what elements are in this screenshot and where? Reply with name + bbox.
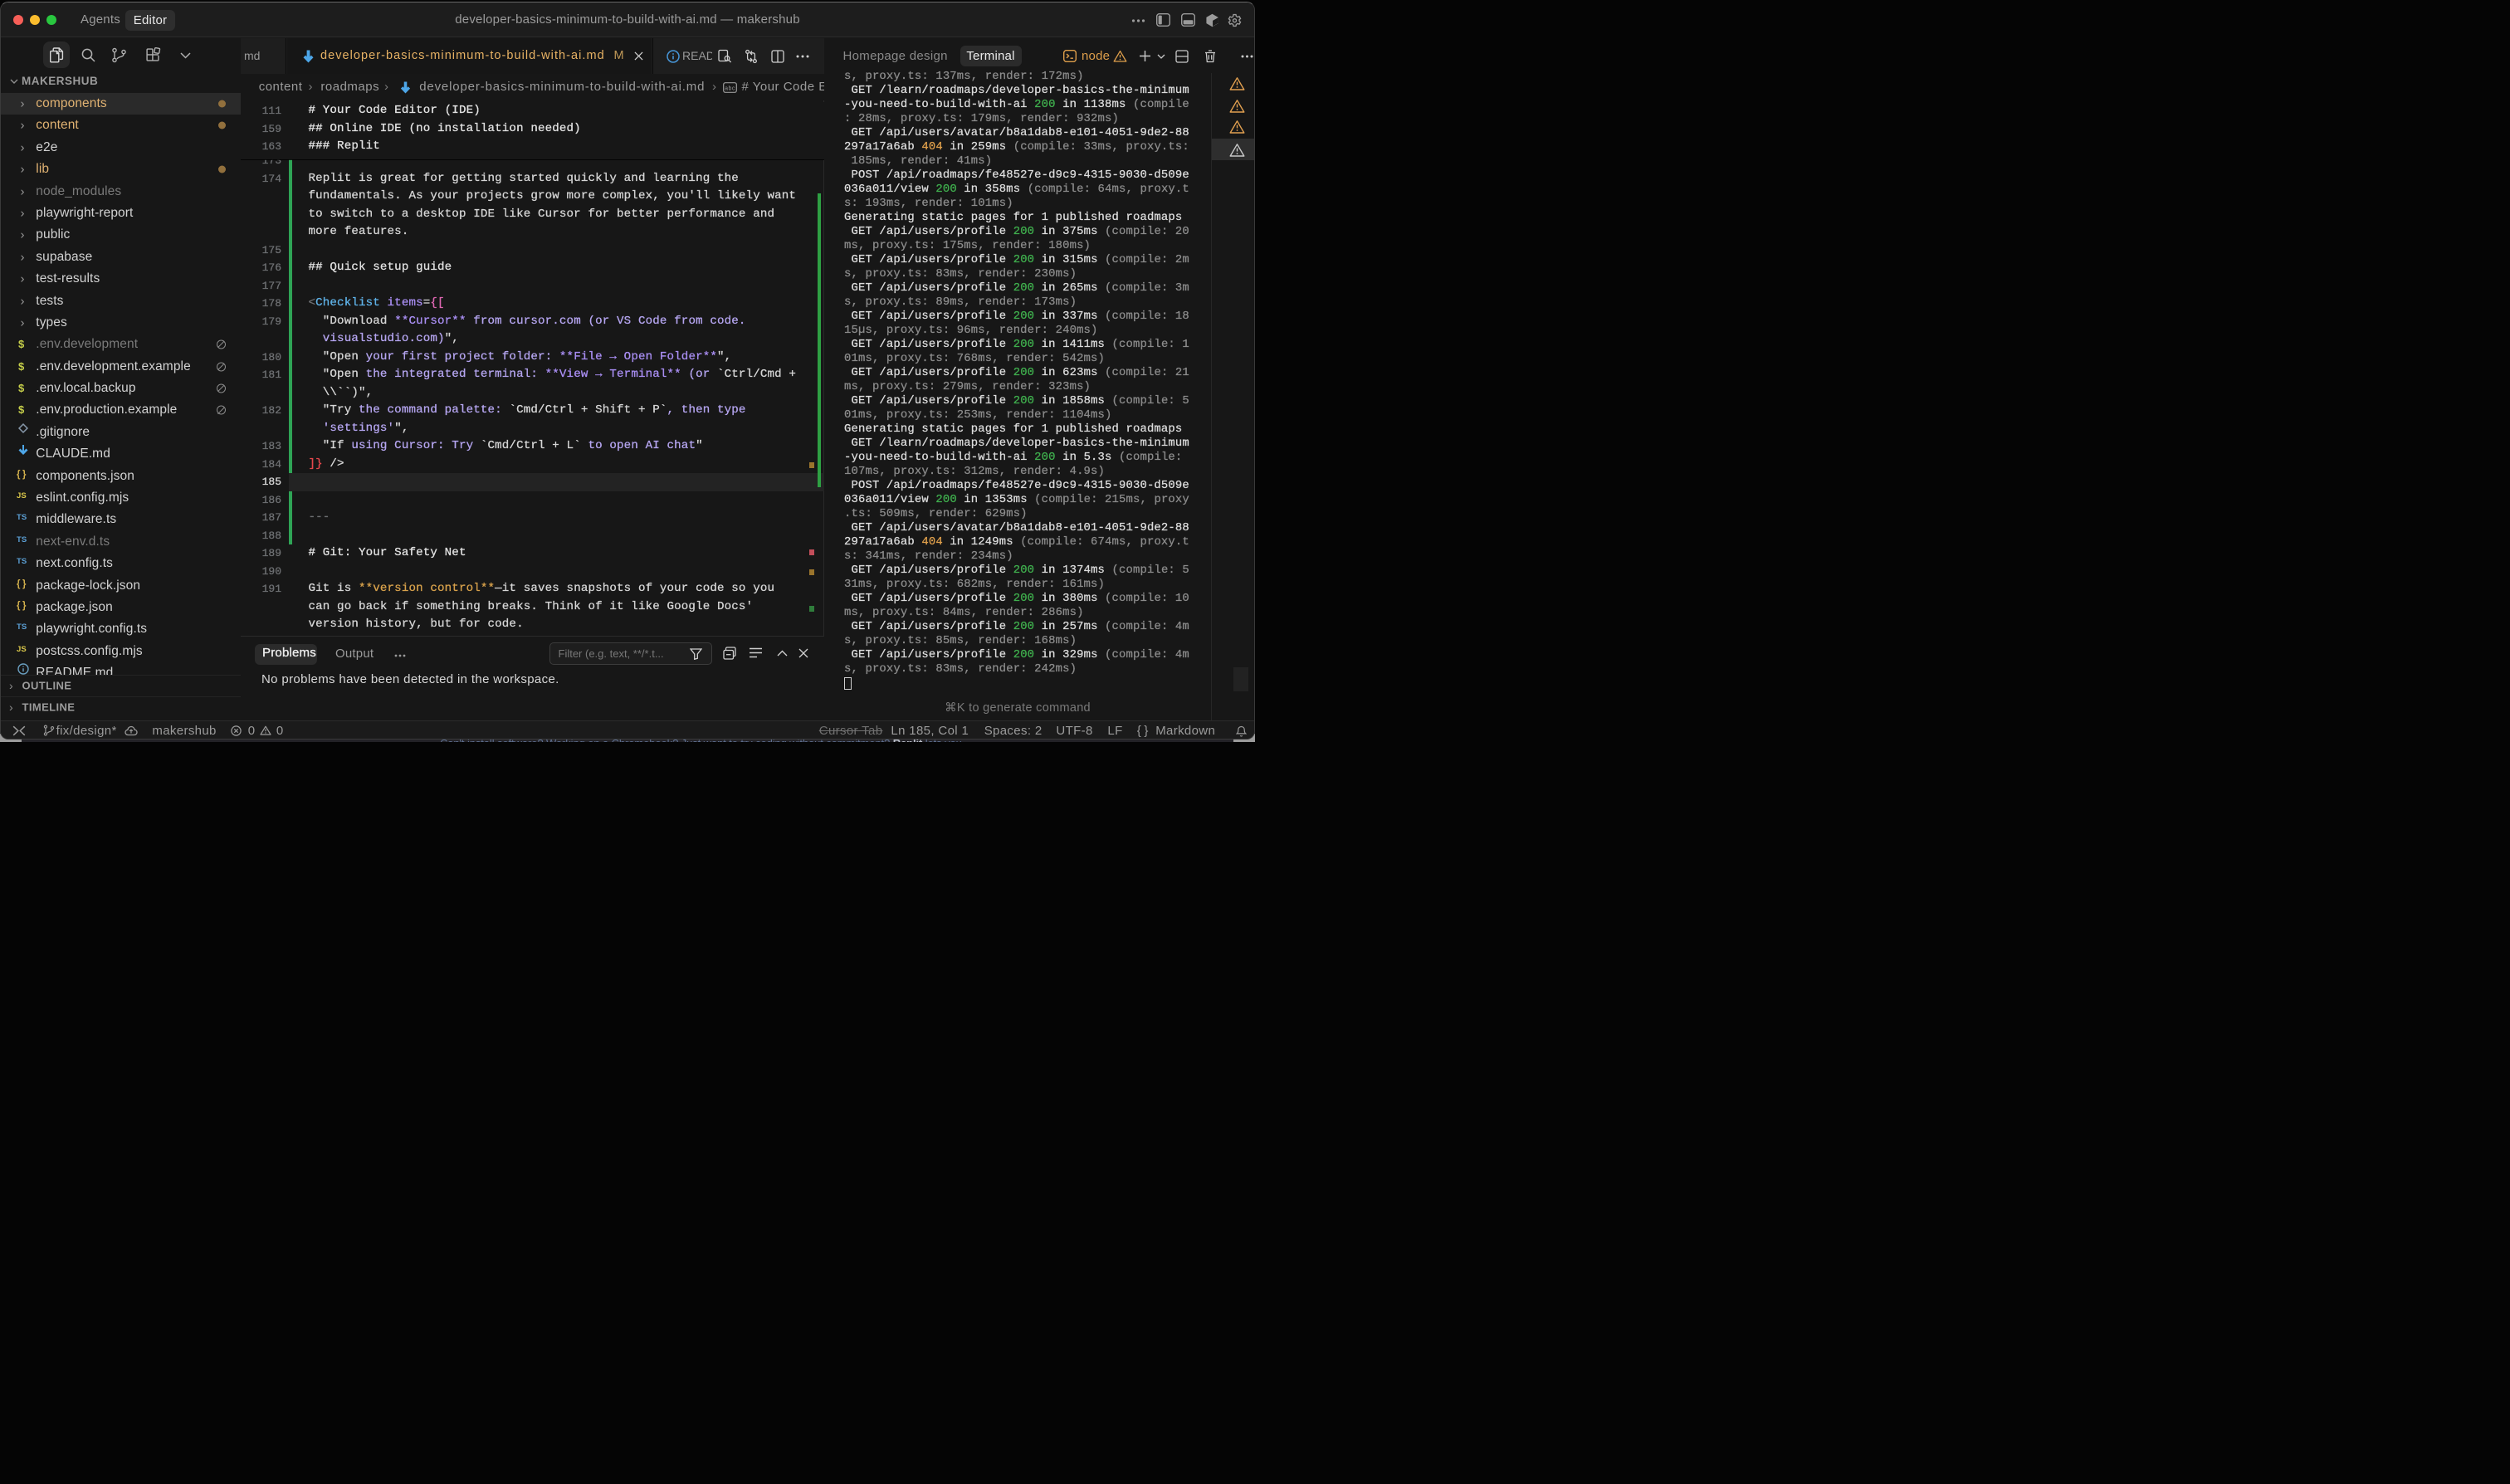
svg-text:abc: abc bbox=[725, 85, 735, 91]
